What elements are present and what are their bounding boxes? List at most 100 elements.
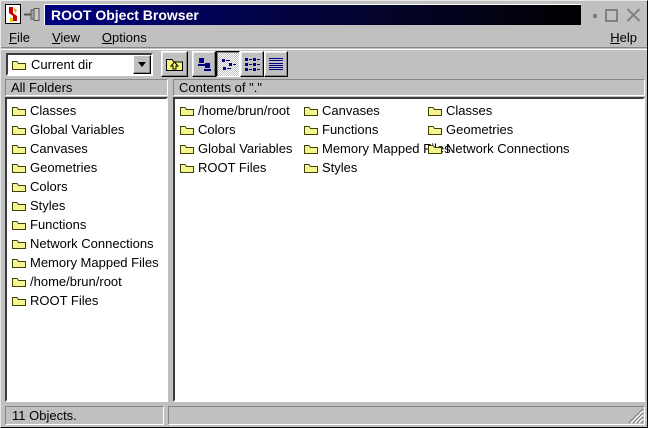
folder-item-label: Global Variables [27,122,124,137]
folder-icon [303,123,319,136]
toolbar: Current dir [1,49,647,78]
directory-combobox[interactable]: Current dir [6,53,153,76]
folder-item[interactable]: Global Variables [7,120,166,139]
folder-icon [11,123,27,136]
folder-item-label: Geometries [27,160,97,175]
folder-icon [11,256,27,269]
folder-icon [11,142,27,155]
folder-item-label: ROOT Files [27,293,98,308]
folder-icon [11,58,27,71]
folder-up-icon [165,56,184,72]
folder-item[interactable]: Styles [299,158,423,177]
folder-icon [11,180,27,193]
folder-icon [179,161,195,174]
pin-icon[interactable] [24,8,41,21]
menu-options[interactable]: Options [102,30,147,45]
folder-item[interactable]: /home/brun/root [175,101,299,120]
folder-item[interactable]: Canvases [299,101,423,120]
root-app-icon [5,4,21,24]
folder-item-label: Functions [319,122,378,137]
maximize-icon[interactable] [605,9,618,22]
folder-item[interactable]: Colors [175,120,299,139]
contents-column: Classes Geometries Network Connections [423,101,547,177]
folder-item-label: /home/brun/root [195,103,290,118]
folder-item[interactable]: Memory Mapped Files [7,253,166,272]
folder-item-label: Canvases [319,103,380,118]
combobox-dropdown-button[interactable] [133,55,151,74]
folder-item[interactable]: Classes [423,101,547,120]
close-icon[interactable] [626,8,641,23]
view-small-icons-button[interactable] [216,51,240,77]
folder-item[interactable]: Network Connections [423,139,547,158]
folder-item[interactable]: Styles [7,196,166,215]
folder-icon [179,142,195,155]
root-object-browser-window: ROOT Object Browser File View Options He… [0,0,648,428]
menu-help[interactable]: Help [610,30,637,45]
window-title: ROOT Object Browser [45,7,199,23]
folder-item-label: Network Connections [27,236,154,251]
contents-header-label: Contents of "." [179,80,262,95]
folder-item-label: Canvases [27,141,88,156]
folder-item[interactable]: Canvases [7,139,166,158]
folder-item-label: Global Variables [195,141,292,156]
folder-icon [179,104,195,117]
folder-item-label: Memory Mapped Files [27,255,159,270]
view-large-icons-button[interactable] [192,51,216,77]
folders-tree: Classes Global Variables Canvases Geomet… [7,99,166,310]
chevron-down-icon [138,62,146,67]
up-one-level-button[interactable] [161,51,188,77]
folder-icon [427,104,443,117]
folder-item[interactable]: Network Connections [7,234,166,253]
folder-icon [11,237,27,250]
details-view-icon [268,56,284,72]
status-section-right [168,406,645,425]
all-folders-header-label: All Folders [11,80,72,95]
folder-item-label: /home/brun/root [27,274,122,289]
folder-item[interactable]: Global Variables [175,139,299,158]
folder-icon [11,199,27,212]
folder-item-label: Colors [27,179,68,194]
folder-item-label: Colors [195,122,236,137]
folder-item-label: Classes [27,103,76,118]
folder-item-label: Geometries [443,122,513,137]
view-list-button[interactable] [240,51,264,77]
contents-grid: /home/brun/root Colors Global Variables … [175,99,643,177]
list-view-icon [244,56,260,72]
status-text: 11 Objects. [12,408,77,423]
menu-view[interactable]: View [52,30,80,45]
folder-item-label: Functions [27,217,86,232]
folder-item[interactable]: ROOT Files [7,291,166,310]
folder-item[interactable]: /home/brun/root [7,272,166,291]
view-details-button[interactable] [264,51,288,77]
folder-icon [11,294,27,307]
minimize-icon[interactable] [593,14,597,18]
contents-panel[interactable]: /home/brun/root Colors Global Variables … [173,97,645,402]
folders-tree-panel[interactable]: Classes Global Variables Canvases Geomet… [5,97,168,402]
folder-item-label: Styles [319,160,357,175]
folder-item[interactable]: Memory Mapped Files [299,139,423,158]
folder-item-label: Network Connections [443,141,570,156]
folder-item[interactable]: Geometries [423,120,547,139]
menu-file[interactable]: File [9,30,30,45]
folder-item[interactable]: ROOT Files [175,158,299,177]
contents-column: /home/brun/root Colors Global Variables … [175,101,299,177]
folder-icon [427,142,443,155]
title-row: ROOT Object Browser [1,1,647,28]
contents-column: Canvases Functions Memory Mapped Files S… [299,101,423,177]
resize-grip[interactable] [627,407,644,424]
folder-item[interactable]: Functions [299,120,423,139]
menu-bar: File View Options Help [1,28,647,48]
title-bar[interactable]: ROOT Object Browser [44,4,581,25]
folder-item[interactable]: Classes [7,101,166,120]
all-folders-header: All Folders [5,79,168,96]
folder-item-label: ROOT Files [195,160,266,175]
status-bar: 11 Objects. [1,405,647,426]
small-icons-view-icon [220,56,236,72]
folder-item-label: Classes [443,103,492,118]
large-icons-view-icon [196,56,212,72]
folder-item[interactable]: Colors [7,177,166,196]
folder-item[interactable]: Functions [7,215,166,234]
folder-item-label: Styles [27,198,65,213]
folder-icon [179,123,195,136]
folder-item[interactable]: Geometries [7,158,166,177]
